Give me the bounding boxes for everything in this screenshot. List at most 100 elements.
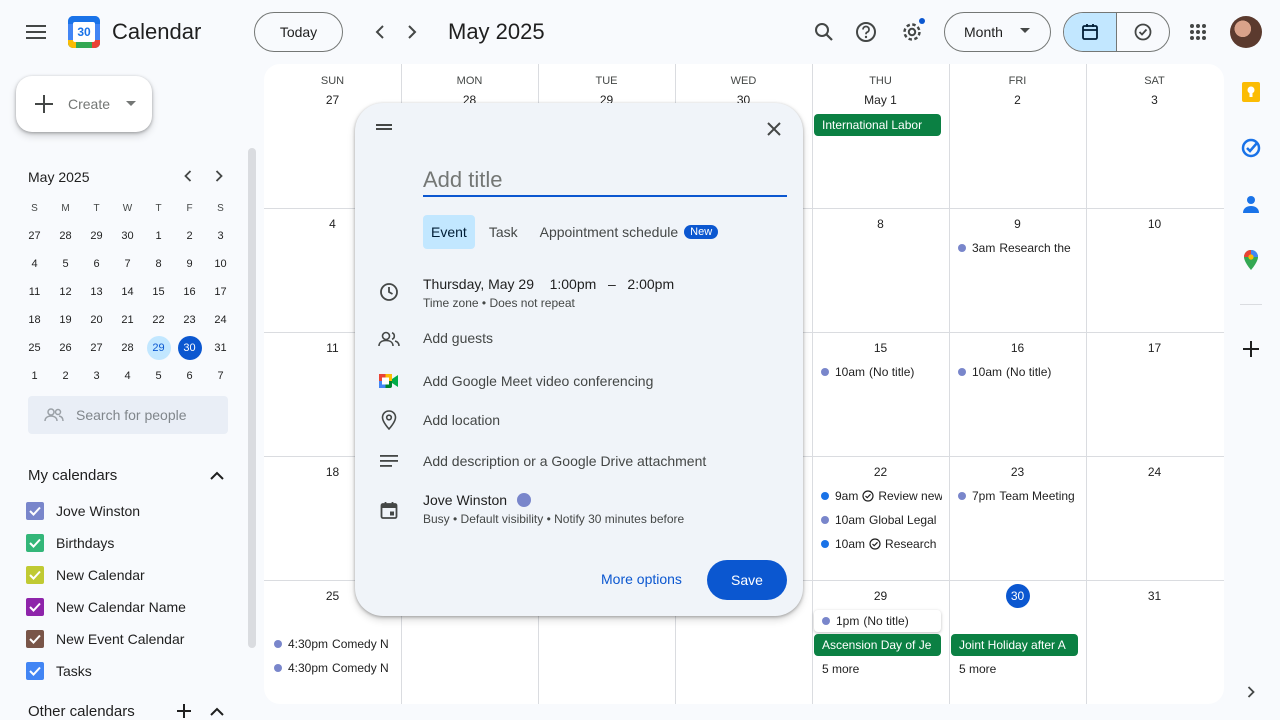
add-location-field[interactable]: Add location bbox=[423, 412, 500, 428]
event-end-time[interactable]: 2:00pm bbox=[627, 276, 674, 292]
calendar-checkbox[interactable] bbox=[26, 662, 44, 680]
day-number[interactable]: 9 bbox=[949, 217, 1086, 231]
add-google-meet-button[interactable]: Add Google Meet video conferencing bbox=[423, 373, 653, 389]
mini-calendar-day[interactable]: 4 bbox=[112, 362, 143, 390]
event-date[interactable]: Thursday, May 29 bbox=[423, 276, 534, 292]
mini-calendar-day[interactable]: 28 bbox=[50, 222, 81, 250]
event-research-the[interactable]: 3am Research the bbox=[950, 237, 1080, 259]
event-no-title-draft[interactable]: 1pm (No title) bbox=[814, 610, 941, 632]
event-comedy-2[interactable]: 4:30pm Comedy N bbox=[266, 657, 399, 679]
event-no-title-15[interactable]: 10am (No title) bbox=[813, 361, 943, 383]
calendar-item[interactable]: Tasks bbox=[26, 655, 92, 687]
mini-calendar-day[interactable]: 18 bbox=[19, 306, 50, 334]
day-number[interactable]: 31 bbox=[1086, 589, 1223, 603]
mini-calendar-day[interactable]: 23 bbox=[174, 306, 205, 334]
mini-calendar-day[interactable]: 2 bbox=[50, 362, 81, 390]
mini-calendar-day[interactable]: 17 bbox=[205, 278, 236, 306]
mini-calendar-day[interactable]: 8 bbox=[143, 250, 174, 278]
mini-calendar-day[interactable]: 12 bbox=[50, 278, 81, 306]
timezone-repeat-text[interactable]: Time zone • Does not repeat bbox=[423, 296, 674, 310]
other-calendars-collapse-button[interactable] bbox=[205, 699, 229, 720]
today-button[interactable]: Today bbox=[254, 12, 343, 52]
mini-calendar-day[interactable]: 1 bbox=[143, 222, 174, 250]
add-guests-field[interactable]: Add guests bbox=[423, 330, 493, 346]
event-team-meeting[interactable]: 7pm Team Meeting bbox=[950, 485, 1080, 507]
day-number[interactable]: 23 bbox=[949, 465, 1086, 479]
mini-calendar-day[interactable]: 3 bbox=[81, 362, 112, 390]
create-button[interactable]: Create bbox=[16, 76, 152, 132]
mini-calendar-day[interactable]: 6 bbox=[81, 250, 112, 278]
mini-calendar-day[interactable]: 4 bbox=[19, 250, 50, 278]
calendar-item[interactable]: Birthdays bbox=[26, 527, 114, 559]
day-cell[interactable] bbox=[949, 64, 1086, 208]
drag-handle-icon[interactable] bbox=[376, 121, 392, 133]
mini-calendar-day[interactable]: 20 bbox=[81, 306, 112, 334]
mini-calendar-day[interactable]: 10 bbox=[205, 250, 236, 278]
mini-calendar-day[interactable]: 29 bbox=[143, 334, 174, 362]
day-number[interactable]: 8 bbox=[812, 217, 949, 231]
mini-calendar-day[interactable]: 26 bbox=[50, 334, 81, 362]
mini-calendar-day[interactable]: 1 bbox=[19, 362, 50, 390]
calendar-item[interactable]: New Event Calendar bbox=[26, 623, 184, 655]
mini-calendar-day[interactable]: 13 bbox=[81, 278, 112, 306]
mini-calendar-day[interactable]: 11 bbox=[19, 278, 50, 306]
search-for-people-input[interactable]: Search for people bbox=[28, 396, 228, 434]
calendar-logo[interactable]: 30 bbox=[68, 16, 100, 48]
mini-calendar-day[interactable]: 30 bbox=[174, 334, 205, 362]
account-avatar[interactable] bbox=[1230, 16, 1262, 48]
mini-calendar-day[interactable]: 5 bbox=[143, 362, 174, 390]
mini-calendar-day[interactable]: 15 bbox=[143, 278, 174, 306]
mini-calendar-day[interactable]: 14 bbox=[112, 278, 143, 306]
add-description-field[interactable]: Add description or a Google Drive attach… bbox=[423, 453, 706, 469]
mini-calendar-day[interactable]: 7 bbox=[112, 250, 143, 278]
mini-calendar-day[interactable]: 24 bbox=[205, 306, 236, 334]
contacts-app-button[interactable] bbox=[1238, 191, 1264, 217]
event-chip-international-labor[interactable]: International Labor bbox=[814, 114, 941, 136]
event-chip-joint-holiday[interactable]: Joint Holiday after A bbox=[951, 634, 1078, 656]
next-period-button[interactable] bbox=[396, 16, 428, 48]
event-no-title-16[interactable]: 10am (No title) bbox=[950, 361, 1080, 383]
close-dialog-button[interactable] bbox=[758, 113, 790, 145]
event-start-time[interactable]: 1:00pm bbox=[550, 276, 597, 292]
day-number[interactable]: 30 bbox=[949, 584, 1086, 608]
day-number[interactable]: 2 bbox=[949, 93, 1086, 107]
day-number[interactable]: 17 bbox=[1086, 341, 1223, 355]
mini-calendar-day[interactable]: 29 bbox=[81, 222, 112, 250]
sidebar-scrollbar[interactable] bbox=[248, 148, 256, 648]
event-comedy-1[interactable]: 4:30pm Comedy N bbox=[266, 633, 399, 655]
tasks-app-button[interactable] bbox=[1238, 135, 1264, 161]
calendar-view-toggle[interactable] bbox=[1064, 13, 1117, 51]
day-number[interactable]: 16 bbox=[949, 341, 1086, 355]
settings-button[interactable] bbox=[892, 12, 932, 52]
day-number[interactable]: 15 bbox=[812, 341, 949, 355]
calendar-checkbox[interactable] bbox=[26, 566, 44, 584]
view-switcher-button[interactable]: Month bbox=[944, 12, 1051, 52]
save-button[interactable]: Save bbox=[707, 560, 787, 600]
search-button[interactable] bbox=[804, 12, 844, 52]
calendar-checkbox[interactable] bbox=[26, 534, 44, 552]
event-datetime[interactable]: Thursday, May 29 1:00pm – 2:00pm Time zo… bbox=[423, 276, 674, 310]
mini-calendar-day[interactable]: 9 bbox=[174, 250, 205, 278]
tasks-view-toggle[interactable] bbox=[1117, 13, 1169, 51]
mini-calendar-day[interactable]: 27 bbox=[81, 334, 112, 362]
task-research[interactable]: 10am Research bbox=[813, 533, 942, 555]
day-number[interactable]: 24 bbox=[1086, 465, 1223, 479]
day-cell[interactable] bbox=[1086, 64, 1223, 208]
tab-event[interactable]: Event bbox=[423, 215, 475, 249]
day-number[interactable]: 10 bbox=[1086, 217, 1223, 231]
more-events-29[interactable]: 5 more bbox=[822, 662, 859, 676]
previous-period-button[interactable] bbox=[364, 16, 396, 48]
calendar-checkbox[interactable] bbox=[26, 630, 44, 648]
mini-calendar-day[interactable]: 5 bbox=[50, 250, 81, 278]
mini-calendar-next-button[interactable] bbox=[207, 164, 231, 188]
get-add-ons-button[interactable] bbox=[1238, 336, 1264, 362]
mini-calendar-day[interactable]: 3 bbox=[205, 222, 236, 250]
availability-visibility-notify[interactable]: Busy • Default visibility • Notify 30 mi… bbox=[423, 512, 684, 526]
calendar-checkbox[interactable] bbox=[26, 502, 44, 520]
my-calendars-collapse-button[interactable] bbox=[205, 463, 229, 487]
day-number[interactable]: 3 bbox=[1086, 93, 1223, 107]
main-menu-button[interactable] bbox=[16, 12, 56, 52]
keep-app-button[interactable] bbox=[1238, 79, 1264, 105]
more-options-button[interactable]: More options bbox=[601, 571, 682, 587]
mini-calendar-day[interactable]: 21 bbox=[112, 306, 143, 334]
